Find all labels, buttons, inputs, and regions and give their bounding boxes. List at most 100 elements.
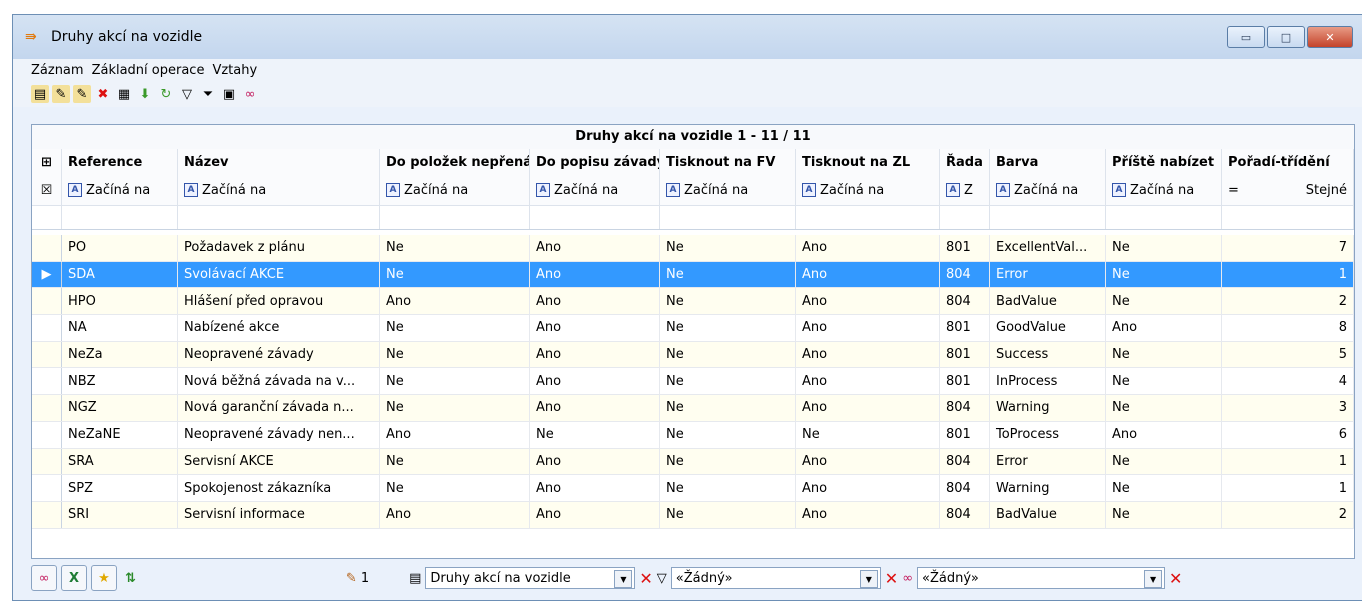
form-view-icon[interactable]: ▣: [220, 85, 238, 103]
table-cell[interactable]: Ano: [530, 235, 660, 261]
table-cell[interactable]: 6: [1222, 421, 1354, 448]
favorites-button[interactable]: ★: [91, 565, 117, 591]
table-cell[interactable]: Ne: [660, 475, 796, 501]
table-cell[interactable]: Ano: [530, 341, 660, 368]
table-cell[interactable]: Ne: [1106, 341, 1222, 368]
table-cell[interactable]: Ano: [796, 341, 940, 368]
table-cell[interactable]: Ano: [380, 288, 530, 315]
table-cell[interactable]: Servisní informace: [178, 501, 380, 528]
table-cell[interactable]: Ano: [530, 501, 660, 528]
row-selector[interactable]: [32, 235, 62, 261]
filter-input[interactable]: [796, 205, 940, 229]
menu-zaznam[interactable]: Záznam: [31, 63, 84, 78]
table-cell[interactable]: NA: [62, 315, 178, 341]
row-selector[interactable]: [32, 448, 62, 475]
clear-filter-icon[interactable]: ✕: [885, 569, 898, 588]
table-cell[interactable]: 2: [1222, 501, 1354, 528]
title-bar[interactable]: ⇛ Druhy akcí na vozidle ▭ □ ✕: [13, 15, 1362, 59]
table-row[interactable]: NGZ Nová garanční závada n... Ne Ano Ne Ano 80…: [32, 395, 1354, 422]
table-cell[interactable]: Ne: [1106, 235, 1222, 261]
table-cell[interactable]: Ne: [660, 341, 796, 368]
table-cell[interactable]: Ano: [796, 395, 940, 421]
table-row[interactable]: PO Požadavek z plánu Ne Ano Ne Ano 801 Excellen…: [32, 235, 1354, 262]
table-cell[interactable]: 3: [1222, 395, 1354, 421]
table-cell[interactable]: Ne: [380, 235, 530, 261]
table-cell[interactable]: Ne: [660, 421, 796, 448]
table-cell[interactable]: 4: [1222, 368, 1354, 395]
row-selector[interactable]: [32, 421, 62, 448]
table-cell[interactable]: PO: [62, 235, 178, 261]
filter-input[interactable]: [380, 205, 530, 229]
table-cell[interactable]: 804: [940, 395, 990, 421]
clear-filter-icon[interactable]: ⏷: [199, 85, 217, 103]
clear-view-icon[interactable]: ✕: [639, 569, 652, 588]
table-cell[interactable]: Ne: [380, 395, 530, 421]
relations-icon[interactable]: ∞: [241, 85, 259, 103]
table-cell[interactable]: 5: [1222, 341, 1354, 368]
table-cell[interactable]: Ano: [530, 368, 660, 395]
print-icon[interactable]: ▦: [115, 85, 133, 103]
table-row[interactable]: SPZ Spokojenost zákazníka Ne Ano Ne Ano 804 War…: [32, 475, 1354, 502]
table-cell[interactable]: 2: [1222, 288, 1354, 315]
table-cell[interactable]: BadValue: [990, 288, 1106, 315]
table-cell[interactable]: ExcellentVal...: [990, 235, 1106, 261]
table-cell[interactable]: Ano: [796, 448, 940, 475]
table-cell[interactable]: Ne: [660, 448, 796, 475]
table-cell[interactable]: Požadavek z plánu: [178, 235, 380, 261]
table-row[interactable]: SRA Servisní AKCE Ne Ano Ne Ano 804 Error Ne 1: [32, 448, 1354, 476]
row-selector[interactable]: [32, 368, 62, 395]
table-cell[interactable]: SDA: [62, 261, 178, 288]
filter-cell[interactable]: A Začíná na: [178, 175, 380, 205]
table-cell[interactable]: Ne: [380, 475, 530, 501]
table-cell[interactable]: 1: [1222, 261, 1354, 288]
table-cell[interactable]: Ano: [530, 261, 660, 288]
table-cell[interactable]: Error: [990, 448, 1106, 475]
table-cell[interactable]: Ne: [1106, 475, 1222, 501]
table-cell[interactable]: Ne: [1106, 261, 1222, 288]
table-cell[interactable]: Ne: [660, 501, 796, 528]
filter-cell[interactable]: A Začíná na: [990, 175, 1106, 205]
table-cell[interactable]: Ano: [796, 288, 940, 315]
filter-cell[interactable]: A Začíná na: [62, 175, 178, 205]
table-cell[interactable]: Servisní AKCE: [178, 448, 380, 475]
table-cell[interactable]: Ano: [530, 475, 660, 501]
table-cell[interactable]: Ano: [530, 288, 660, 315]
sort-icon[interactable]: ⇅: [125, 571, 136, 586]
col-priste-nabizet[interactable]: Příště nabízet: [1106, 149, 1222, 175]
table-cell[interactable]: 8: [1222, 315, 1354, 341]
row-selector[interactable]: [32, 395, 62, 421]
delete-record-icon[interactable]: ✖: [94, 85, 112, 103]
table-cell[interactable]: Svolávací AKCE: [178, 261, 380, 288]
table-cell[interactable]: 801: [940, 421, 990, 448]
filter-cell[interactable]: A Začíná na: [380, 175, 530, 205]
table-cell[interactable]: NBZ: [62, 368, 178, 395]
table-cell[interactable]: Ne: [530, 421, 660, 448]
row-selector[interactable]: [32, 288, 62, 315]
table-cell[interactable]: Ano: [530, 395, 660, 421]
filter-cell[interactable]: AZ: [940, 175, 990, 205]
new-record-icon[interactable]: ▤: [31, 85, 49, 103]
table-cell[interactable]: Ano: [796, 368, 940, 395]
row-selector[interactable]: [32, 341, 62, 368]
refresh-icon[interactable]: ↻: [157, 85, 175, 103]
chevron-down-icon[interactable]: ▼: [859, 570, 878, 588]
filter-input[interactable]: [178, 205, 380, 229]
row-selector[interactable]: ▶: [32, 261, 62, 288]
table-cell[interactable]: 801: [940, 368, 990, 395]
table-row[interactable]: SRI Servisní informace Ano Ano Ne Ano 804 BadVa…: [32, 501, 1354, 529]
table-cell[interactable]: 801: [940, 315, 990, 341]
filter-toggle-icon[interactable]: ☒: [32, 175, 62, 205]
table-cell[interactable]: Ne: [660, 315, 796, 341]
col-reference[interactable]: Reference: [62, 149, 178, 175]
filter-select[interactable]: «Žádný» ▼: [670, 567, 881, 589]
table-cell[interactable]: Ano: [530, 315, 660, 341]
table-cell[interactable]: Ne: [660, 368, 796, 395]
table-cell[interactable]: 7: [1222, 235, 1354, 261]
table-cell[interactable]: Neopravené závady: [178, 341, 380, 368]
excel-export-button[interactable]: X: [61, 565, 87, 591]
view-select[interactable]: Druhy akcí na vozidle ▼: [425, 567, 636, 589]
relation-select[interactable]: «Žádný» ▼: [917, 567, 1166, 589]
filter-input[interactable]: [660, 205, 796, 229]
table-cell[interactable]: Warning: [990, 475, 1106, 501]
filter-input[interactable]: [1106, 205, 1222, 229]
